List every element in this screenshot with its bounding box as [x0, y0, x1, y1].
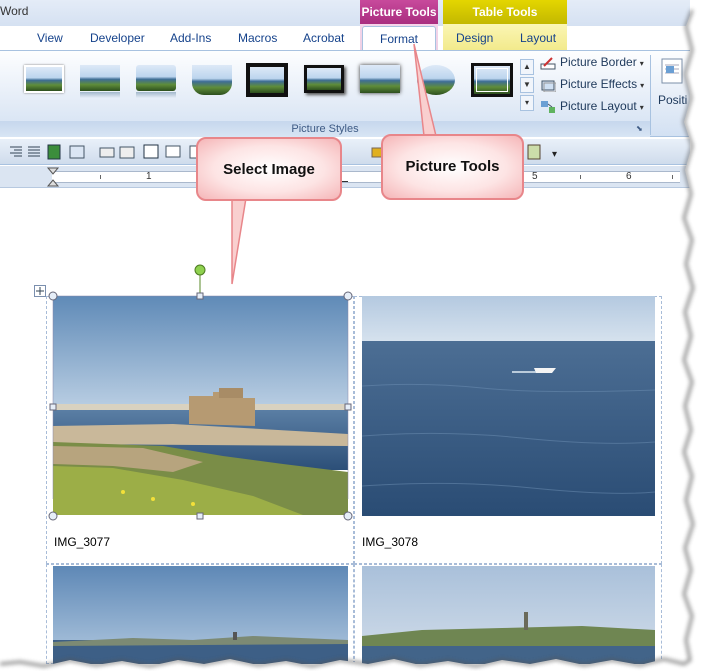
picture-style-thumb[interactable] [190, 61, 234, 99]
pencil-border-icon [540, 56, 556, 70]
picture-layout-label: Picture Layout [560, 99, 637, 113]
picture-effects-icon [540, 78, 557, 93]
picture-styles-group-label: Picture Styles [0, 121, 650, 137]
print-layout-icon[interactable] [69, 145, 85, 159]
image-caption: IMG_3078 [362, 535, 419, 549]
book-icon[interactable] [47, 144, 61, 160]
picture-style-thumb[interactable] [302, 61, 346, 99]
picture-style-thumb[interactable] [78, 61, 122, 99]
tab-view[interactable]: View [37, 31, 63, 45]
resize-handle-se[interactable] [343, 511, 353, 521]
tab-layout[interactable]: Layout [520, 31, 556, 45]
ruler-number: 5 [532, 171, 538, 182]
gallery-scroll-up-button[interactable]: ▲ [520, 59, 534, 75]
title-bar: Word [0, 0, 690, 26]
picture-layout-button[interactable]: Picture Layout ▾ [540, 99, 644, 119]
selection-handles [48, 264, 353, 499]
picture-tools-callout: Picture Tools [381, 134, 524, 200]
resize-handle-nw[interactable] [48, 291, 58, 301]
picture-layout-icon [540, 100, 556, 114]
image-caption: IMG_3077 [54, 535, 111, 549]
tab-macros[interactable]: Macros [238, 31, 277, 45]
picture-border-button[interactable]: Picture Border ▾ [540, 55, 644, 75]
ruler-tick [672, 175, 673, 179]
ruler-number: 6 [626, 171, 632, 182]
coast-photo [53, 566, 348, 664]
resize-handle-e[interactable] [344, 403, 352, 411]
image[interactable] [362, 566, 655, 664]
resize-handle-n[interactable] [196, 292, 204, 300]
indent-marker-icon[interactable] [46, 166, 60, 188]
columns-icon[interactable] [165, 145, 181, 158]
align-right-icon[interactable] [10, 146, 22, 157]
picture-border-label: Picture Border [560, 55, 637, 69]
toolbar-overflow-icon[interactable]: ▾ [552, 149, 557, 160]
justify-icon[interactable] [28, 146, 40, 157]
image[interactable] [53, 566, 348, 664]
tab-add-ins[interactable]: Add-Ins [170, 31, 211, 45]
tab-design[interactable]: Design [456, 31, 493, 45]
print-preview-icon[interactable] [119, 146, 135, 159]
picture-effects-label: Picture Effects [560, 77, 638, 91]
user-icon[interactable] [527, 144, 541, 160]
tab-acrobat[interactable]: Acrobat [303, 31, 344, 45]
ribbon: ▲ ▼ ▾ Picture Border ▾ Picture Effects ▾ P… [0, 50, 690, 137]
printer-icon[interactable] [99, 147, 115, 158]
gallery-scroll-down-button[interactable]: ▼ [520, 77, 534, 93]
position-label: Positi [658, 93, 688, 107]
table-tools-header: Table Tools [443, 0, 567, 24]
horizontal-ruler: 1 5 6 [0, 166, 690, 188]
ribbon-tabs: View Developer Add-Ins Macros Acrobat Fo… [0, 26, 690, 51]
picture-style-thumb[interactable] [358, 61, 402, 99]
position-button[interactable] [656, 57, 690, 117]
sea-photo [362, 296, 655, 516]
picture-style-thumb-selected[interactable] [470, 61, 514, 99]
picture-style-thumb[interactable] [134, 61, 178, 99]
group-separator [650, 55, 651, 135]
picture-style-thumb[interactable] [245, 61, 289, 99]
lighthouse-photo [362, 566, 655, 664]
dialog-launcher-icon[interactable]: ⬊ [636, 124, 643, 133]
image[interactable] [362, 296, 655, 516]
ruler-tick [100, 175, 101, 179]
selection-handles-bottom [48, 511, 353, 521]
position-icon [661, 58, 683, 84]
ruler-number: 1 [146, 171, 152, 182]
select-image-callout-text: Select Image [223, 161, 315, 178]
resize-handle-sw[interactable] [48, 511, 58, 521]
calendar-icon[interactable] [143, 144, 159, 159]
picture-style-thumb[interactable] [22, 61, 66, 99]
picture-effects-button[interactable]: Picture Effects ▾ [540, 77, 644, 97]
app-title: Word [0, 4, 29, 18]
resize-handle-ne[interactable] [343, 291, 353, 301]
picture-tools-header: Picture Tools [360, 0, 438, 24]
select-image-callout: Select Image [196, 137, 342, 201]
gallery-more-button[interactable]: ▾ [520, 95, 534, 111]
word-window: Word Picture Tools Table Tools View Deve… [0, 0, 690, 664]
picture-tools-callout-text: Picture Tools [405, 158, 500, 175]
quick-toolbar: Σ ▾ [0, 139, 690, 165]
resize-handle-s[interactable] [196, 512, 204, 520]
ruler-tick [580, 175, 581, 179]
resize-handle-w[interactable] [49, 403, 57, 411]
tab-developer[interactable]: Developer [90, 31, 145, 45]
document-area: IMG_3077 IMG_3078 [0, 189, 690, 664]
